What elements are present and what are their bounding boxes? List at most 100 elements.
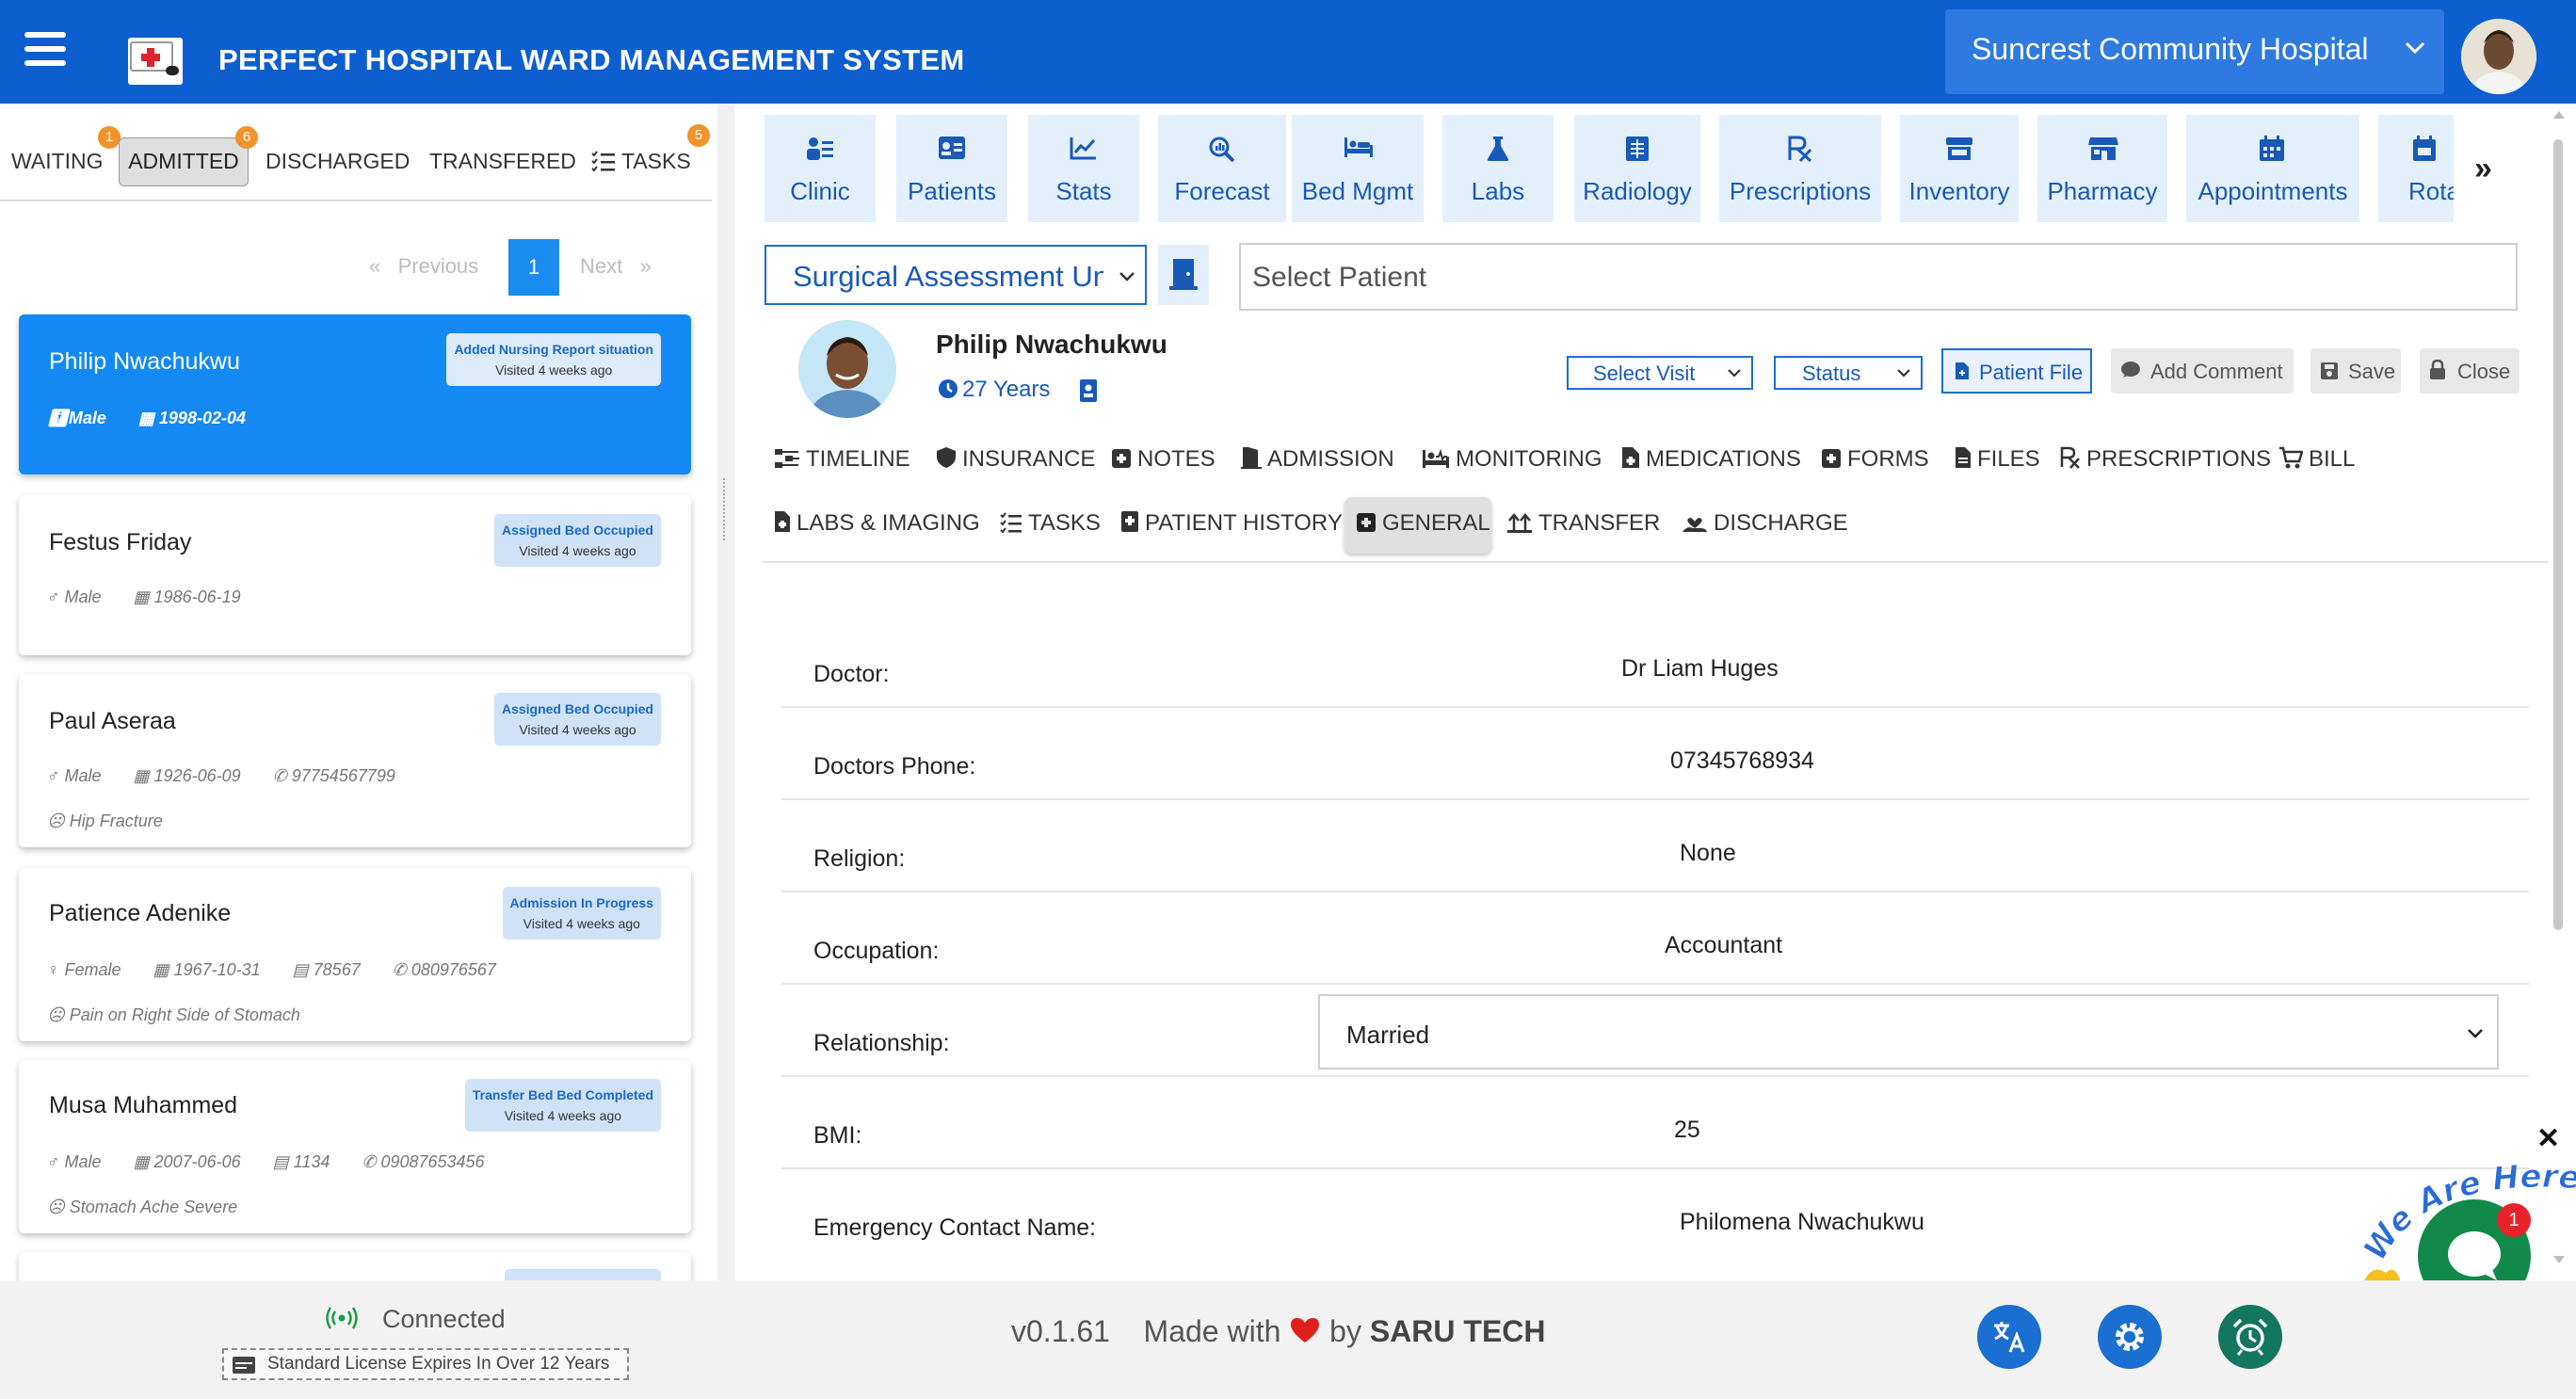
tab-label: TIMELINE — [806, 446, 910, 472]
divider — [0, 200, 712, 201]
module-label: Radiology — [1583, 177, 1692, 205]
module-inventory[interactable]: Inventory — [1900, 115, 2019, 222]
tab-insurance[interactable]: INSURANCE — [936, 446, 1095, 473]
tab-label: ADMISSION — [1267, 446, 1394, 472]
tab-discharged[interactable]: DISCHARGED — [266, 149, 410, 174]
add-comment-button[interactable]: Add Comment — [2111, 348, 2294, 394]
tab-label: PRESCRIPTIONS — [2086, 446, 2272, 472]
patient-card-4[interactable]: Patience Adenike Admission In Progress Vi… — [19, 868, 691, 1041]
comment-icon — [2121, 362, 2140, 378]
file-icon — [1956, 362, 1969, 379]
patient-meta: ♀ Female ▦ 1967-10-31 ▤ 78567 ✆ 080976567 — [47, 960, 528, 980]
tab-forms[interactable]: FORMS — [1821, 446, 1929, 473]
dob: ▦ 1967-10-31 — [153, 960, 261, 979]
dob: ▦ 1926-06-09 — [133, 766, 241, 785]
module-clinic[interactable]: Clinic — [765, 115, 876, 222]
patient-card-2[interactable]: Festus Friday Assigned Bed Occupied Visit… — [19, 495, 691, 655]
module-radiology[interactable]: Radiology — [1574, 115, 1700, 222]
row-bmi: BMI: 25 — [781, 1077, 2529, 1169]
tab-timeline[interactable]: TIMELINE — [774, 446, 910, 473]
general-icon — [1357, 513, 1376, 532]
tab-notes[interactable]: NOTES — [1111, 446, 1216, 473]
scroll-up-icon[interactable] — [2553, 111, 2565, 119]
tab-files[interactable]: FILES — [1955, 446, 2040, 473]
visited-text: Visited 4 weeks ago — [523, 916, 640, 931]
tab-waiting[interactable]: WAITING — [11, 149, 104, 174]
tab-tasks-section[interactable]: TASKS — [1000, 510, 1101, 537]
relationship-select[interactable]: Married — [1318, 994, 2499, 1069]
calendar-icon — [2412, 136, 2437, 162]
made-with-text: Made with — [1143, 1314, 1281, 1348]
patient-card-1[interactable]: Philip Nwachukwu Added Nursing Report si… — [19, 314, 691, 474]
patient-file-button[interactable]: Patient File — [1941, 348, 2092, 394]
alarm-button[interactable] — [2218, 1305, 2282, 1369]
save-button[interactable]: Save — [2310, 348, 2401, 394]
tab-admission[interactable]: ADMISSION — [1241, 446, 1394, 473]
hand-heart-icon — [1682, 518, 1707, 532]
status-text: Added Nursing Report situation — [454, 342, 653, 357]
drag-handle-icon[interactable] — [723, 478, 729, 540]
settings-button[interactable] — [2098, 1305, 2162, 1369]
ward-door-button[interactable] — [1158, 245, 1209, 305]
patient-id-icon[interactable] — [1079, 378, 1098, 403]
tab-bill[interactable]: BILL — [2278, 446, 2355, 473]
search-chart-icon — [1208, 136, 1236, 162]
select-visit-dropdown[interactable]: Select Visit — [1567, 356, 1753, 390]
module-pharmacy[interactable]: Pharmacy — [2037, 115, 2167, 222]
dob: ▦ 1986-06-19 — [133, 587, 241, 606]
doctor-value: Dr Liam Huges — [1621, 655, 1779, 682]
tab-monitoring[interactable]: MONITORING — [1422, 446, 1602, 473]
gender: ♂ Male — [47, 587, 102, 606]
patient-card-3[interactable]: Paul Aseraa Assigned Bed Occupied Visited… — [19, 674, 691, 847]
gender: ♂ Male — [47, 1152, 102, 1171]
tab-medications[interactable]: MEDICATIONS — [1621, 446, 1801, 473]
tab-patient-history[interactable]: PATIENT HISTORY — [1120, 510, 1343, 537]
translate-button[interactable] — [1977, 1305, 2041, 1369]
close-button[interactable]: Close — [2420, 348, 2520, 394]
hospital-select[interactable]: Suncrest Community Hospital — [1945, 9, 2444, 94]
tab-tasks-label: TASKS — [621, 149, 691, 173]
module-stats[interactable]: Stats — [1028, 115, 1139, 222]
vertical-scrollbar[interactable] — [2546, 107, 2570, 1275]
patient-card-5[interactable]: Musa Muhammed Transfer Bed Bed Completed… — [19, 1060, 691, 1233]
pagination-previous[interactable]: « Previous — [369, 254, 478, 279]
emergency-contact-value: Philomena Nwachukwu — [1680, 1209, 1924, 1235]
tab-transfered[interactable]: TRANSFERED — [429, 149, 576, 174]
chevrons-right-icon[interactable]: » — [2474, 151, 2492, 187]
tab-admitted[interactable]: ADMITTED — [119, 137, 249, 186]
doctors-phone-label: Doctors Phone: — [813, 753, 976, 780]
module-label: Appointments — [2198, 177, 2348, 205]
tab-discharge[interactable]: DISCHARGE — [1682, 510, 1848, 537]
tab-tasks[interactable]: TASKS — [591, 149, 691, 174]
module-prescriptions[interactable]: Prescriptions — [1719, 115, 1881, 222]
module-rota[interactable]: Rota — [2378, 115, 2454, 222]
pagination-current-page[interactable]: 1 — [508, 239, 559, 296]
tab-prescriptions[interactable]: PRESCRIPTIONS — [2060, 446, 2271, 473]
tab-labs-imaging[interactable]: LABS & IMAGING — [774, 510, 980, 537]
patient-select[interactable]: Select Patient — [1239, 243, 2518, 311]
translate-icon — [1994, 1322, 2025, 1353]
module-bed-mgmt[interactable]: Bed Mgmt — [1292, 115, 1424, 222]
patient-name: Paul Aseraa — [49, 708, 176, 734]
row-relationship: Relationship: Married — [781, 985, 2529, 1077]
top-bar: PERFECT HOSPITAL WARD MANAGEMENT SYSTEM … — [0, 0, 2576, 104]
scrollbar-thumb[interactable] — [2553, 139, 2563, 930]
pagination-next[interactable]: Next » — [580, 254, 652, 279]
panel-splitter[interactable] — [717, 104, 734, 1280]
menu-icon[interactable] — [24, 32, 66, 70]
module-appointments[interactable]: Appointments — [2186, 115, 2359, 222]
bed-icon — [1344, 136, 1374, 158]
status-dropdown[interactable]: Status — [1774, 356, 1923, 390]
module-labs[interactable]: Labs — [1442, 115, 1554, 222]
admitted-count-badge: 6 — [235, 126, 258, 149]
module-forecast[interactable]: Forecast — [1158, 115, 1286, 222]
company-name: SARU TECH — [1369, 1314, 1546, 1348]
row-doctors-phone: Doctors Phone: 07345768934 — [781, 708, 2529, 800]
tab-general[interactable]: GENERAL — [1344, 497, 1491, 554]
divider — [763, 561, 2548, 563]
user-avatar[interactable] — [2461, 19, 2536, 94]
tab-transfer[interactable]: TRANSFER — [1506, 510, 1660, 537]
module-patients[interactable]: Patients — [896, 115, 1007, 222]
tab-label: LABS & IMAGING — [797, 510, 980, 536]
ward-select[interactable]: Surgical Assessment Unit — [765, 245, 1147, 305]
